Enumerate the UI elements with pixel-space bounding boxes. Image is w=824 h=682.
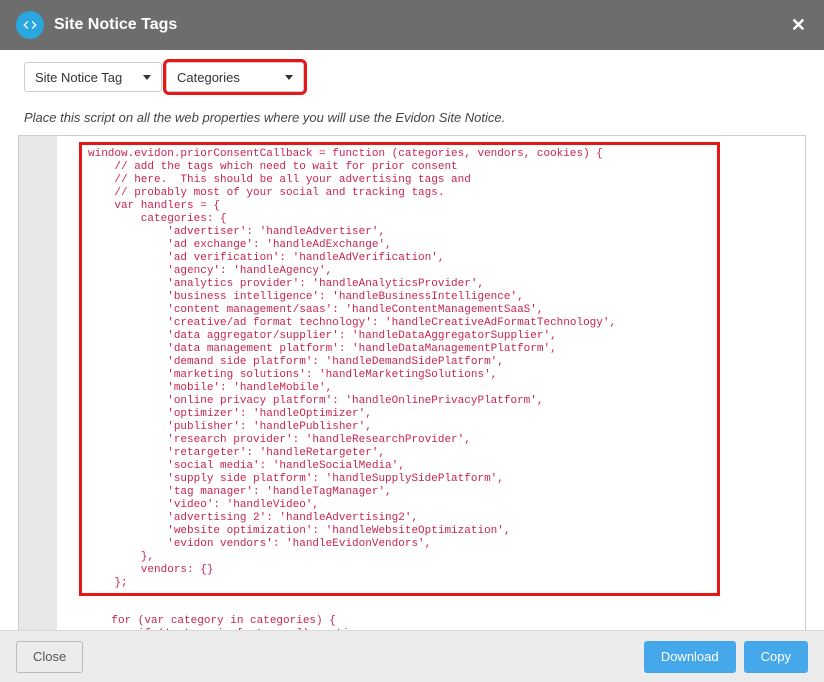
code-line: }; <box>88 577 711 590</box>
code-line: 'research provider': 'handleResearchProv… <box>88 434 711 447</box>
code-line: categories: { <box>88 213 711 226</box>
dropdown-label: Site Notice Tag <box>35 70 122 85</box>
code-line: 'publisher': 'handlePublisher', <box>88 421 711 434</box>
code-line: 'website optimization': 'handleWebsiteOp… <box>88 525 711 538</box>
code-line: 'retargeter': 'handleRetargeter', <box>88 447 711 460</box>
code-line: for (var category in categories) { <box>85 615 805 628</box>
code-line: 'creative/ad format technology': 'handle… <box>88 317 711 330</box>
code-line <box>85 602 805 615</box>
code-line: 'data management platform': 'handleDataM… <box>88 343 711 356</box>
code-line: window.evidon.priorConsentCallback = fun… <box>88 148 711 161</box>
code-line: 'optimizer': 'handleOptimizer', <box>88 408 711 421</box>
code-editor: window.evidon.priorConsentCallback = fun… <box>18 135 806 633</box>
code-line: 'advertising 2': 'handleAdvertising2', <box>88 512 711 525</box>
code-line: 'mobile': 'handleMobile', <box>88 382 711 395</box>
download-button[interactable]: Download <box>644 641 736 673</box>
code-line: 'demand side platform': 'handleDemandSid… <box>88 356 711 369</box>
tag-type-dropdown[interactable]: Site Notice Tag <box>24 62 162 92</box>
code-panel[interactable]: window.evidon.priorConsentCallback = fun… <box>57 136 805 632</box>
code-line: // probably most of your social and trac… <box>88 187 711 200</box>
code-icon <box>16 11 44 39</box>
close-icon[interactable]: ✕ <box>791 15 806 36</box>
code-line: var handlers = { <box>88 200 711 213</box>
code-line: 'online privacy platform': 'handleOnline… <box>88 395 711 408</box>
code-line: 'content management/saas': 'handleConten… <box>88 304 711 317</box>
modal-footer: Close Download Copy <box>0 630 824 682</box>
code-line: 'supply side platform': 'handleSupplySid… <box>88 473 711 486</box>
highlighted-code-block: window.evidon.priorConsentCallback = fun… <box>79 142 720 596</box>
code-line: }, <box>88 551 711 564</box>
code-line: 'advertiser': 'handleAdvertiser', <box>88 226 711 239</box>
copy-button[interactable]: Copy <box>744 641 808 673</box>
categories-dropdown[interactable]: Categories <box>166 62 304 92</box>
code-line: 'ad exchange': 'handleAdExchange', <box>88 239 711 252</box>
chevron-down-icon <box>143 75 151 80</box>
code-continuation: for (var category in categories) { if (!… <box>79 602 805 632</box>
code-line: 'data aggregator/supplier': 'handleDataA… <box>88 330 711 343</box>
code-line: vendors: {} <box>88 564 711 577</box>
line-number-gutter <box>19 136 57 632</box>
close-button[interactable]: Close <box>16 641 83 673</box>
code-line: 'evidon vendors': 'handleEvidonVendors', <box>88 538 711 551</box>
instruction-text: Place this script on all the web propert… <box>0 100 824 131</box>
code-line: 'marketing solutions': 'handleMarketingS… <box>88 369 711 382</box>
code-line: 'agency': 'handleAgency', <box>88 265 711 278</box>
code-line: 'video': 'handleVideo', <box>88 499 711 512</box>
code-line: 'analytics provider': 'handleAnalyticsPr… <box>88 278 711 291</box>
modal-title: Site Notice Tags <box>54 16 177 34</box>
modal-header: Site Notice Tags ✕ <box>0 0 824 50</box>
code-line: 'ad verification': 'handleAdVerification… <box>88 252 711 265</box>
code-line: // here. This should be all your adverti… <box>88 174 711 187</box>
code-line: 'social media': 'handleSocialMedia', <box>88 460 711 473</box>
code-line: 'tag manager': 'handleTagManager', <box>88 486 711 499</box>
code-line: 'business intelligence': 'handleBusiness… <box>88 291 711 304</box>
dropdown-row: Site Notice Tag Categories <box>0 50 824 100</box>
chevron-down-icon <box>285 75 293 80</box>
dropdown-label: Categories <box>177 70 240 85</box>
code-line: // add the tags which need to wait for p… <box>88 161 711 174</box>
